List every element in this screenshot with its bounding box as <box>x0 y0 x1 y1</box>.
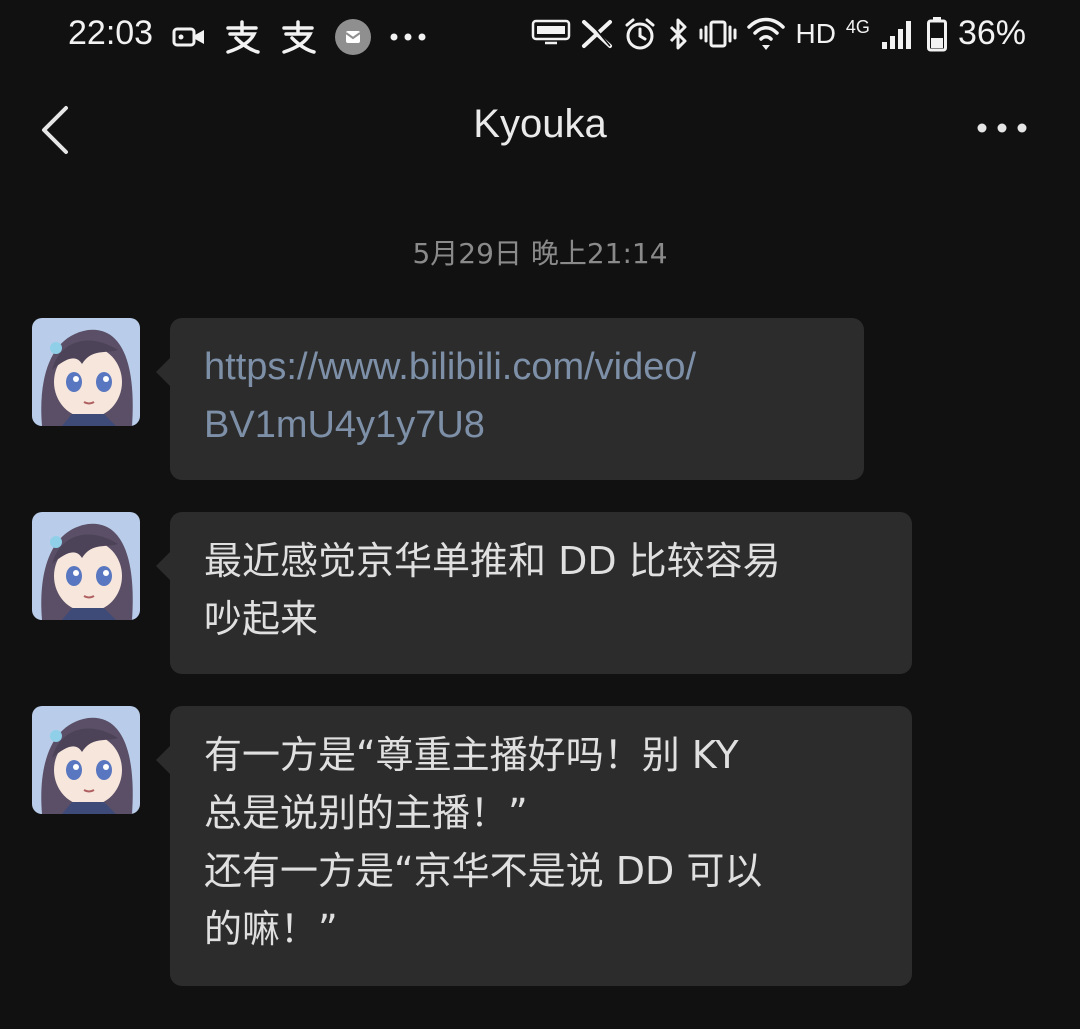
hd-indicator: HD <box>795 17 836 49</box>
auto-hz-icon <box>532 19 571 44</box>
alarm-icon <box>625 18 655 49</box>
message-bubble[interactable]: 有一方是“尊重主播好吗！别 KY 总是说别的主播！” 还有一方是“京华不是说 D… <box>156 706 912 986</box>
message-link[interactable]: BV1mU4y1y7U8 <box>204 396 832 454</box>
bluetooth-icon <box>670 18 687 49</box>
alipay-icon <box>226 20 260 54</box>
more-options-button[interactable] <box>974 116 1030 140</box>
message-bubble[interactable]: https://www.bilibili.com/video/ BV1mU4y1… <box>156 318 864 480</box>
avatar[interactable] <box>32 318 140 426</box>
message-text: 最近感觉京华单推和 DD 比较容易 <box>204 539 781 583</box>
message-text: 总是说别的主播！” <box>204 791 528 835</box>
battery-icon <box>926 16 947 51</box>
battery-percent: 36% <box>957 14 1026 52</box>
video-icon <box>172 27 204 47</box>
notification-icon <box>335 19 371 55</box>
avatar[interactable] <box>32 706 140 814</box>
vibrate-icon <box>699 20 737 47</box>
network-type: 4G <box>845 17 870 37</box>
message-bubble[interactable]: 最近感觉京华单推和 DD 比较容易 吵起来 <box>156 512 912 674</box>
message-text: 的嘛！” <box>204 907 338 951</box>
avatar[interactable] <box>32 512 140 620</box>
more-dots-icon <box>390 33 426 41</box>
wifi-icon <box>747 17 786 50</box>
status-bar: 22:03 HD 4G 36% <box>0 0 1080 72</box>
message-text: 吵起来 <box>204 597 319 641</box>
clock: 22:03 <box>68 14 154 52</box>
signal-icon <box>881 20 911 49</box>
message-link[interactable]: https://www.bilibili.com/video/ <box>204 338 832 396</box>
anime-girl-avatar-icon <box>32 318 140 426</box>
chat-header: Kyouka <box>0 90 1080 170</box>
anime-girl-avatar-icon <box>32 706 140 814</box>
message-text: 还有一方是“京华不是说 DD 可以 <box>204 849 763 893</box>
alipay-icon <box>282 20 316 54</box>
x-app-icon <box>582 19 613 48</box>
message-text: 有一方是“尊重主播好吗！别 KY <box>204 733 739 777</box>
message-timestamp: 5月29日 晚上21:14 <box>412 237 668 270</box>
notification-icons <box>172 18 428 56</box>
chat-title: Kyouka <box>473 102 607 146</box>
anime-girl-avatar-icon <box>32 512 140 620</box>
more-dots-icon <box>977 123 1027 133</box>
system-status-icons: HD 4G 36% <box>531 14 1026 53</box>
